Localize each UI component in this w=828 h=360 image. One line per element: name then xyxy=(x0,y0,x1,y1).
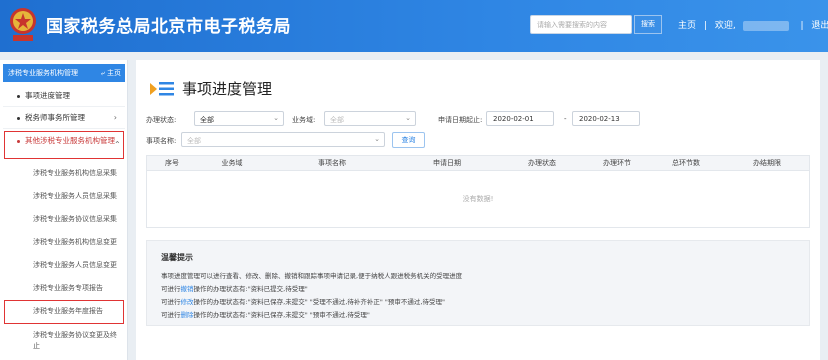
tips-panel: 温馨提示 事项进度管理可以进行查看、修改、删除、撤销和跟踪事项申请记录,便于纳税… xyxy=(146,240,810,326)
query-button[interactable]: 查询 xyxy=(392,132,425,148)
domain-label: 业务域: xyxy=(292,116,316,124)
item-name-select[interactable]: 全部 ⌄ xyxy=(181,132,385,147)
highlight-box xyxy=(4,300,124,324)
column-header: 办理环节 xyxy=(603,159,631,167)
logout-link[interactable]: 退出 xyxy=(811,18,828,31)
home-arrow-icon: ⤶ xyxy=(100,69,105,77)
item-name-label: 事项名称: xyxy=(146,137,177,145)
sidebar-item-progress[interactable]: 事项进度管理 xyxy=(3,90,125,102)
delete-link[interactable]: 删除 xyxy=(181,311,194,319)
sidebar-home-link[interactable]: ⤶ 主页 xyxy=(101,64,121,82)
list-icon xyxy=(150,82,174,96)
records-table: 序号 业务域 事项名称 申请日期 办理状态 办理环节 总环节数 办结期限 没有数… xyxy=(146,155,810,228)
chevron-down-icon: ⌄ xyxy=(273,114,279,122)
divider xyxy=(3,128,125,129)
column-header: 事项名称 xyxy=(318,159,346,167)
status-label: 办理状态: xyxy=(146,116,177,124)
sidebar-header-label: 涉税专业服务机构管理 xyxy=(8,69,78,77)
status-select[interactable]: 全部 ⌄ xyxy=(194,111,284,126)
date-range-label: 申请日期起止: xyxy=(438,116,483,124)
table-header: 序号 业务域 事项名称 申请日期 办理状态 办理环节 总环节数 办结期限 xyxy=(147,156,809,171)
column-header: 业务域 xyxy=(221,159,243,167)
home-link[interactable]: 主页 xyxy=(678,18,696,31)
tips-line: 事项进度管理可以进行查看、修改、删除、撤销和跟踪事项申请记录,便于纳税人跟进税务… xyxy=(161,272,463,280)
separator: | xyxy=(800,21,804,31)
column-header: 序号 xyxy=(165,159,179,167)
divider xyxy=(3,106,125,107)
search-input[interactable]: 请输入需要搜索的内容 xyxy=(530,15,632,34)
tips-line: 可进行修改操作的办理状态有:"资料已保存,未提交" "受理不通过,待补齐补正" … xyxy=(161,298,445,306)
chevron-right-icon: › xyxy=(113,113,117,122)
sidebar-subitem[interactable]: 涉税专业服务协议信息采集 xyxy=(3,214,125,225)
column-header: 总环节数 xyxy=(672,159,700,167)
column-header: 办理状态 xyxy=(528,159,556,167)
sidebar-subitem[interactable]: 涉税专业服务人员信息变更 xyxy=(3,260,125,271)
highlight-box xyxy=(4,131,124,159)
date-separator: - xyxy=(564,115,567,123)
sidebar-subitem[interactable]: 涉税专业服务机构信息采集 xyxy=(3,168,125,179)
bullet-icon xyxy=(17,95,20,98)
chevron-down-icon: ⌄ xyxy=(374,135,380,143)
tips-title: 温馨提示 xyxy=(161,253,193,262)
column-header: 申请日期 xyxy=(433,159,461,167)
sidebar-subitem[interactable]: 涉税专业服务协议变更及终止 xyxy=(3,330,127,352)
sidebar-subitem[interactable]: 涉税专业服务专项报告 xyxy=(3,283,125,294)
date-to-input[interactable]: 2020-02-13 xyxy=(572,111,640,126)
sidebar-header: 涉税专业服务机构管理 ⤶ 主页 xyxy=(3,64,125,82)
separator: | xyxy=(703,21,707,31)
bullet-icon xyxy=(17,117,20,120)
user-name-redacted xyxy=(742,20,789,31)
date-from-input[interactable]: 2020-02-01 xyxy=(486,111,554,126)
tax-emblem-icon xyxy=(10,8,36,41)
sidebar-subitem[interactable]: 涉税专业服务人员信息采集 xyxy=(3,191,125,202)
modify-link[interactable]: 修改 xyxy=(181,298,194,306)
sidebar-subitem[interactable]: 涉税专业服务机构信息变更 xyxy=(3,237,125,248)
welcome-text: 欢迎, xyxy=(714,21,736,31)
main-panel: 事项进度管理 办理状态: 全部 ⌄ 业务域: 全部 ⌄ 申请日期起止: 2020… xyxy=(136,60,820,360)
sidebar: 涉税专业服务机构管理 ⤶ 主页 事项进度管理 税务师事务所管理 › 其他涉税专业… xyxy=(0,60,128,360)
site-title: 国家税务总局北京市电子税务局 xyxy=(46,17,291,37)
search-button[interactable]: 搜索 xyxy=(634,15,662,34)
top-header: 国家税务总局北京市电子税务局 请输入需要搜索的内容 搜索 主页 | 欢迎, | … xyxy=(0,0,828,52)
sidebar-item-tax-firm[interactable]: 税务师事务所管理 › xyxy=(3,112,125,124)
tips-line: 可进行撤销操作的办理状态有:"资料已提交,待受理" xyxy=(161,285,308,293)
revoke-link[interactable]: 撤销 xyxy=(181,285,194,293)
page-title: 事项进度管理 xyxy=(182,80,273,98)
empty-state: 没有数据! xyxy=(462,195,494,203)
domain-select[interactable]: 全部 ⌄ xyxy=(324,111,416,126)
column-header: 办结期限 xyxy=(753,159,781,167)
tips-line: 可进行删除操作的办理状态有:"资料已保存,未提交" "预审不通过,待受理" xyxy=(161,311,370,319)
top-links: 主页 | 欢迎, | 退出 xyxy=(678,18,828,31)
chevron-down-icon: ⌄ xyxy=(405,114,411,122)
